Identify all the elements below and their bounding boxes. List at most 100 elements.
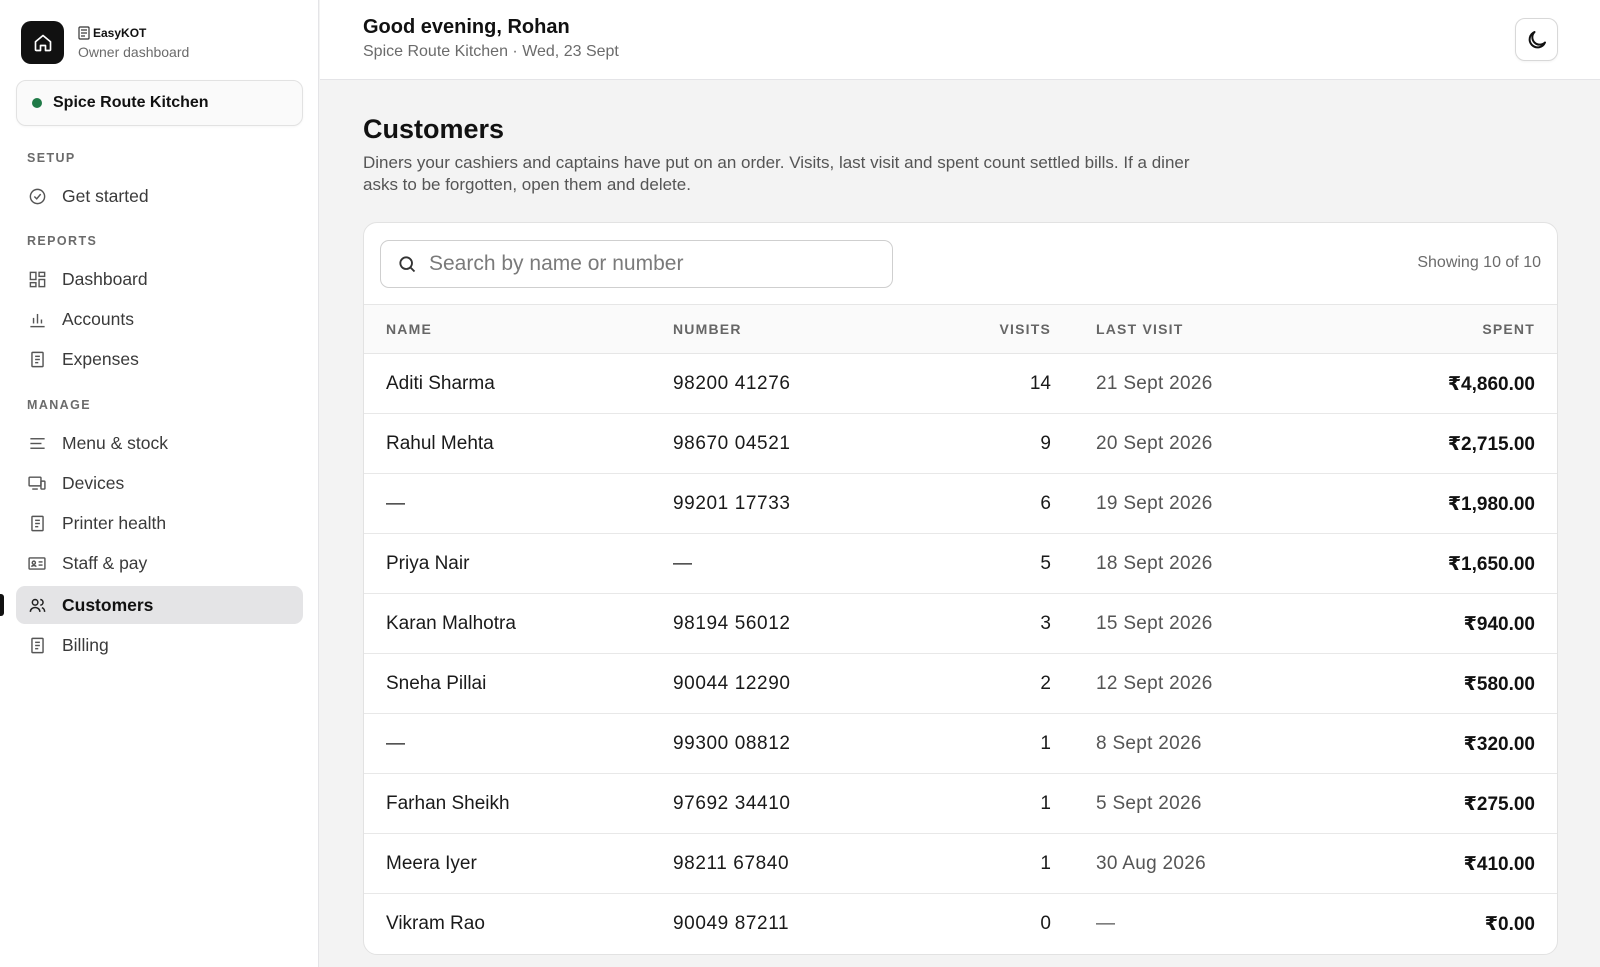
column-header-spent[interactable]: SPENT [1482, 321, 1535, 337]
menu-lines-icon [27, 433, 47, 453]
moon-icon [1528, 30, 1546, 48]
section-label-setup: SETUP [27, 151, 76, 165]
table-body: Aditi Sharma 98200 41276 14 21 Sept 2026… [364, 354, 1557, 954]
result-count: Showing 10 of 10 [1417, 254, 1541, 271]
customer-number: 90049 87211 [673, 913, 790, 934]
search-box[interactable] [380, 240, 893, 288]
column-header-last-visit[interactable]: LAST VISIT [1096, 321, 1183, 337]
table-row[interactable]: Aditi Sharma 98200 41276 14 21 Sept 2026… [364, 354, 1557, 414]
sidebar-item-accounts[interactable]: Accounts [16, 300, 303, 338]
column-header-name[interactable]: NAME [386, 321, 432, 337]
active-indicator [0, 594, 4, 616]
customer-number: 98200 41276 [673, 373, 791, 394]
customer-name: Vikram Rao [386, 913, 485, 934]
customer-spent: ₹275.00 [1463, 794, 1535, 815]
customer-name: Karan Malhotra [386, 613, 516, 634]
customer-visits: 3 [1040, 613, 1051, 634]
search-input[interactable] [429, 252, 869, 276]
table-row[interactable]: Vikram Rao 90049 87211 0 — ₹0.00 [364, 894, 1557, 954]
customer-visits: 1 [1040, 733, 1051, 754]
table-header: NAME NUMBER VISITS LAST VISIT SPENT [364, 304, 1557, 354]
column-header-number[interactable]: NUMBER [673, 321, 742, 337]
customer-spent: ₹940.00 [1463, 614, 1535, 635]
table-row[interactable]: Sneha Pillai 90044 12290 2 12 Sept 2026 … [364, 654, 1557, 714]
sidebar-item-customers[interactable]: Customers [16, 586, 303, 624]
restaurant-name: Spice Route Kitchen [53, 94, 209, 111]
customer-visits: 1 [1040, 793, 1051, 814]
customer-name: Aditi Sharma [386, 373, 495, 394]
customer-visits: 6 [1040, 493, 1051, 514]
sidebar-item-devices[interactable]: Devices [16, 464, 303, 502]
theme-toggle-button[interactable] [1515, 18, 1558, 61]
customer-name: Priya Nair [386, 553, 470, 574]
printer-doc-icon [27, 513, 47, 533]
customer-last-visit: 19 Sept 2026 [1096, 493, 1213, 514]
check-circle-icon [27, 186, 47, 206]
column-header-visits[interactable]: VISITS [999, 321, 1051, 337]
sidebar-item-dashboard[interactable]: Dashboard [16, 260, 303, 298]
receipt-icon [27, 349, 47, 369]
customer-number: 98211 67840 [673, 853, 790, 874]
customer-number: 98194 56012 [673, 613, 791, 634]
status-dot [32, 98, 42, 108]
customer-last-visit: 15 Sept 2026 [1096, 613, 1213, 634]
customer-number: — [673, 553, 693, 574]
customer-visits: 1 [1040, 853, 1051, 874]
page-description: Diners your cashiers and captains have p… [363, 153, 1190, 194]
home-icon[interactable] [21, 21, 64, 64]
customer-name: — [386, 493, 405, 514]
sidebar-item-billing[interactable]: Billing [16, 626, 303, 664]
page-title: Customers [363, 114, 505, 144]
customer-visits: 14 [1029, 373, 1051, 394]
customer-name: Rahul Mehta [386, 433, 494, 454]
customer-last-visit: 8 Sept 2026 [1096, 733, 1202, 754]
customer-name: — [386, 733, 405, 754]
customer-spent: ₹2,715.00 [1447, 434, 1535, 455]
sidebar-item-get-started[interactable]: Get started [16, 177, 303, 215]
sidebar: EasyKOT Owner dashboard Spice Route Kitc… [0, 0, 319, 967]
customer-visits: 0 [1040, 913, 1051, 934]
customer-spent: ₹580.00 [1463, 674, 1535, 695]
customer-last-visit: 21 Sept 2026 [1096, 373, 1213, 394]
id-card-icon [27, 553, 47, 573]
sidebar-item-menu-stock[interactable]: Menu & stock [16, 424, 303, 462]
bar-chart-icon [27, 309, 47, 329]
bill-icon [27, 635, 47, 655]
sidebar-item-expenses[interactable]: Expenses [16, 340, 303, 378]
table-row[interactable]: — 99201 17733 6 19 Sept 2026 ₹1,980.00 [364, 474, 1557, 534]
customer-number: 97692 34410 [673, 793, 791, 814]
dashboard-grid-icon [27, 269, 47, 289]
restaurant-switcher[interactable]: Spice Route Kitchen [16, 80, 303, 126]
search-icon [399, 256, 416, 273]
customer-spent: ₹1,980.00 [1447, 494, 1535, 515]
customer-number: 98670 04521 [673, 433, 791, 454]
receipt-logo-icon [78, 26, 90, 40]
brand-name: EasyKOT [78, 25, 189, 41]
customer-number: 90044 12290 [673, 673, 791, 694]
customer-last-visit: 12 Sept 2026 [1096, 673, 1213, 694]
customer-last-visit: 18 Sept 2026 [1096, 553, 1213, 574]
sidebar-item-printer-health[interactable]: Printer health [16, 504, 303, 542]
table-row[interactable]: Farhan Sheikh 97692 34410 1 5 Sept 2026 … [364, 774, 1557, 834]
customer-last-visit: 30 Aug 2026 [1096, 853, 1207, 874]
customers-card: Showing 10 of 10 NAME NUMBER VISITS LAST… [363, 222, 1558, 955]
customer-visits: 5 [1040, 553, 1051, 574]
customer-spent: ₹410.00 [1463, 854, 1535, 875]
customer-last-visit: — [1096, 913, 1116, 934]
table-row[interactable]: Karan Malhotra 98194 56012 3 15 Sept 202… [364, 594, 1557, 654]
table-row[interactable]: Rahul Mehta 98670 04521 9 20 Sept 2026 ₹… [364, 414, 1557, 474]
greeting: Good evening, Rohan [363, 16, 570, 38]
section-label-reports: REPORTS [27, 234, 98, 248]
customer-name: Meera Iyer [386, 853, 477, 874]
users-icon [27, 595, 47, 615]
customer-visits: 2 [1040, 673, 1051, 694]
customer-spent: ₹4,860.00 [1447, 374, 1535, 395]
sidebar-item-staff-pay[interactable]: Staff & pay [16, 544, 303, 582]
customer-name: Farhan Sheikh [386, 793, 510, 814]
customer-spent: ₹1,650.00 [1447, 554, 1535, 575]
table-row[interactable]: Meera Iyer 98211 67840 1 30 Aug 2026 ₹41… [364, 834, 1557, 894]
brand: EasyKOT Owner dashboard [21, 21, 189, 64]
customer-number: 99201 17733 [673, 493, 791, 514]
table-row[interactable]: — 99300 08812 1 8 Sept 2026 ₹320.00 [364, 714, 1557, 774]
table-row[interactable]: Priya Nair — 5 18 Sept 2026 ₹1,650.00 [364, 534, 1557, 594]
